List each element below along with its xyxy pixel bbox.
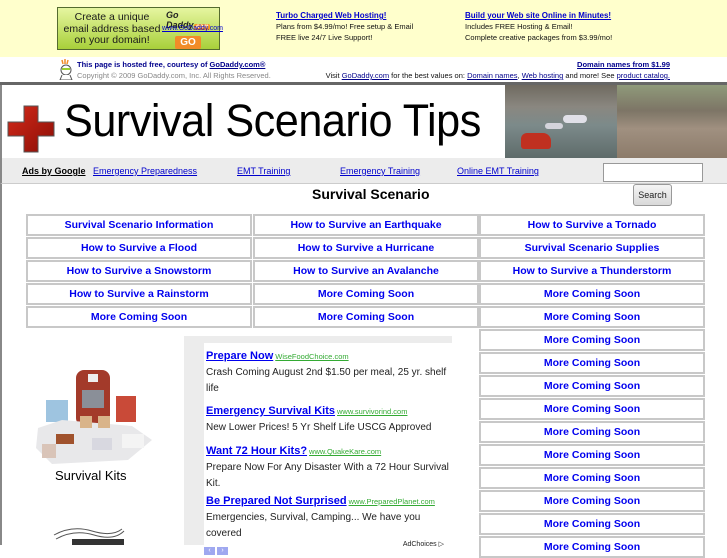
topic-link[interactable]: More Coming Soon — [479, 398, 705, 420]
promo-hosting-link[interactable]: Turbo Charged Web Hosting! — [276, 11, 386, 20]
next-arrow-icon[interactable]: › — [217, 547, 228, 555]
ad-url-link[interactable]: WiseFoodChoice.com — [275, 352, 348, 361]
visit-godaddy-link[interactable]: GoDaddy.com — [342, 71, 389, 80]
promo-website-link[interactable]: Build your Web site Online in Minutes! — [465, 11, 611, 20]
adlink-emergency-preparedness[interactable]: Emergency Preparedness — [93, 166, 197, 176]
godaddy-go-button[interactable]: GO — [175, 36, 201, 49]
ad-unit: Be Prepared Not Surprised www.PreparedPla… — [206, 491, 450, 542]
ad-body: Prepare Now For Any Disaster With a 72 H… — [206, 462, 449, 489]
godaddy-link[interactable]: GoDaddy.com® — [210, 60, 266, 69]
godaddy-ad-url[interactable]: www.GoDaddy.com — [162, 25, 223, 32]
topic-link[interactable]: More Coming Soon — [479, 306, 705, 328]
topic-link[interactable]: Survival Scenario Supplies — [479, 237, 705, 259]
topic-link[interactable]: More Coming Soon — [479, 467, 705, 489]
search-input[interactable] — [603, 163, 703, 182]
topic-link[interactable]: How to Survive an Earthquake — [253, 214, 479, 236]
ad-nav: ‹ › — [204, 539, 230, 557]
ad-title-link[interactable]: Be Prepared Not Surprised — [206, 495, 347, 507]
ad-title-link[interactable]: Emergency Survival Kits — [206, 405, 335, 417]
visit-godaddy: Visit GoDaddy.com for the best values on… — [325, 71, 670, 80]
survival-kits-caption[interactable]: Survival Kits — [55, 468, 127, 483]
ad-unit: Emergency Survival Kits www.survivorind.c… — [206, 401, 450, 436]
red-cross-icon — [7, 105, 55, 153]
ad-title-link[interactable]: Prepare Now — [206, 350, 273, 362]
ads-by-google-label[interactable]: Ads by Google — [22, 166, 86, 176]
topic-link[interactable]: More Coming Soon — [253, 306, 479, 328]
godaddy-ad-text: Create a unique email address based on y… — [63, 11, 161, 46]
godaddy-footer-bar: This page is hosted free, courtesy of Go… — [0, 57, 727, 82]
ad-body: Emergencies, Survival, Camping... We hav… — [206, 512, 421, 539]
adlink-emergency-training[interactable]: Emergency Training — [340, 166, 420, 176]
topic-link[interactable]: How to Survive a Tornado — [479, 214, 705, 236]
boat-shape — [563, 115, 587, 123]
adchoices-link[interactable]: AdChoices ▷ — [403, 540, 444, 548]
topic-link[interactable]: More Coming Soon — [479, 352, 705, 374]
copyright: Copyright © 2009 GoDaddy.com, Inc. All R… — [77, 71, 271, 80]
adsense-inner: Prepare Now WiseFoodChoice.com Crash Comi… — [204, 343, 452, 555]
ad-title-link[interactable]: Want 72 Hour Kits? — [206, 445, 307, 457]
hosted-notice: This page is hosted free, courtesy of Go… — [77, 60, 266, 69]
ad-url-link[interactable]: www.PreparedPlanet.com — [349, 497, 435, 506]
boat-shape — [545, 123, 563, 129]
domain-names-link[interactable]: Domain names from $1.99 — [577, 60, 670, 69]
prev-arrow-icon[interactable]: ‹ — [204, 547, 215, 555]
topic-link[interactable]: More Coming Soon — [479, 329, 705, 351]
topic-link[interactable]: More Coming Soon — [253, 283, 479, 305]
promo-hosting: Turbo Charged Web Hosting! Plans from $4… — [276, 10, 413, 43]
topic-link[interactable]: More Coming Soon — [479, 375, 705, 397]
ad-url-link[interactable]: www.QuakeKare.com — [309, 447, 381, 456]
adlink-emt-training[interactable]: EMT Training — [237, 166, 290, 176]
topic-link[interactable]: More Coming Soon — [479, 283, 705, 305]
promo-website-line1: Includes FREE Hosting & Email! — [465, 22, 573, 31]
godaddy-mascot-icon — [59, 59, 73, 80]
topic-link[interactable]: More Coming Soon — [479, 421, 705, 443]
godaddy-email-ad[interactable]: Create a unique email address based on y… — [57, 7, 223, 50]
ad-body: Crash Coming August 2nd $1.50 per meal, … — [206, 367, 447, 394]
topic-link[interactable]: How to Survive a Snowstorm — [26, 260, 252, 282]
site-header: Survival Scenario Tips — [0, 85, 727, 158]
web-hosting-link[interactable]: Web hosting — [522, 71, 564, 80]
search-button[interactable]: Search — [633, 184, 672, 206]
topic-link[interactable]: How to Survive a Thunderstorm — [479, 260, 705, 282]
submerged-car-shape — [521, 133, 551, 149]
adsense-block: Prepare Now WiseFoodChoice.com Crash Comi… — [184, 336, 452, 555]
topic-link[interactable]: More Coming Soon — [479, 536, 705, 558]
topic-link[interactable]: Survival Scenario Information — [26, 214, 252, 236]
flood-photo — [505, 85, 617, 158]
adlink-online-emt-training[interactable]: Online EMT Training — [457, 166, 539, 176]
site-title: Survival Scenario Tips — [64, 95, 481, 146]
topic-link[interactable]: More Coming Soon — [26, 306, 252, 328]
page-title: Survival Scenario — [312, 186, 430, 202]
topic-link[interactable]: More Coming Soon — [479, 444, 705, 466]
ad-body: New Lower Prices! 5 Yr Shelf Life USCG A… — [206, 422, 432, 433]
topic-link[interactable]: How to Survive a Flood — [26, 237, 252, 259]
promo-hosting-line2: FREE live 24/7 Live Support! — [276, 33, 373, 42]
survival-kit-image[interactable] — [32, 368, 156, 470]
ad-unit: Want 72 Hour Kits? www.QuakeKare.com Prep… — [206, 441, 450, 492]
topic-link[interactable]: More Coming Soon — [479, 490, 705, 512]
domain-names-link-2[interactable]: Domain names — [467, 71, 517, 80]
topic-link[interactable]: More Coming Soon — [479, 513, 705, 535]
promo-hosting-line1: Plans from $4.99/mo! Free setup & Email — [276, 22, 414, 31]
ad-unit: Prepare Now WiseFoodChoice.com Crash Comi… — [206, 346, 450, 397]
topic-link[interactable]: How to Survive an Avalanche — [253, 260, 479, 282]
flashlight-image[interactable] — [52, 525, 132, 545]
promo-website-line2: Complete creative packages from $3.99/mo… — [465, 33, 613, 42]
topic-link[interactable]: How to Survive a Hurricane — [253, 237, 479, 259]
product-catalog-link[interactable]: product catalog. — [617, 71, 670, 80]
topic-link[interactable]: How to Survive a Rainstorm — [26, 283, 252, 305]
promo-website: Build your Web site Online in Minutes! I… — [465, 10, 612, 43]
debris-photo — [617, 85, 727, 158]
godaddy-banner: Create a unique email address based on y… — [0, 0, 727, 57]
ad-url-link[interactable]: www.survivorind.com — [337, 407, 407, 416]
